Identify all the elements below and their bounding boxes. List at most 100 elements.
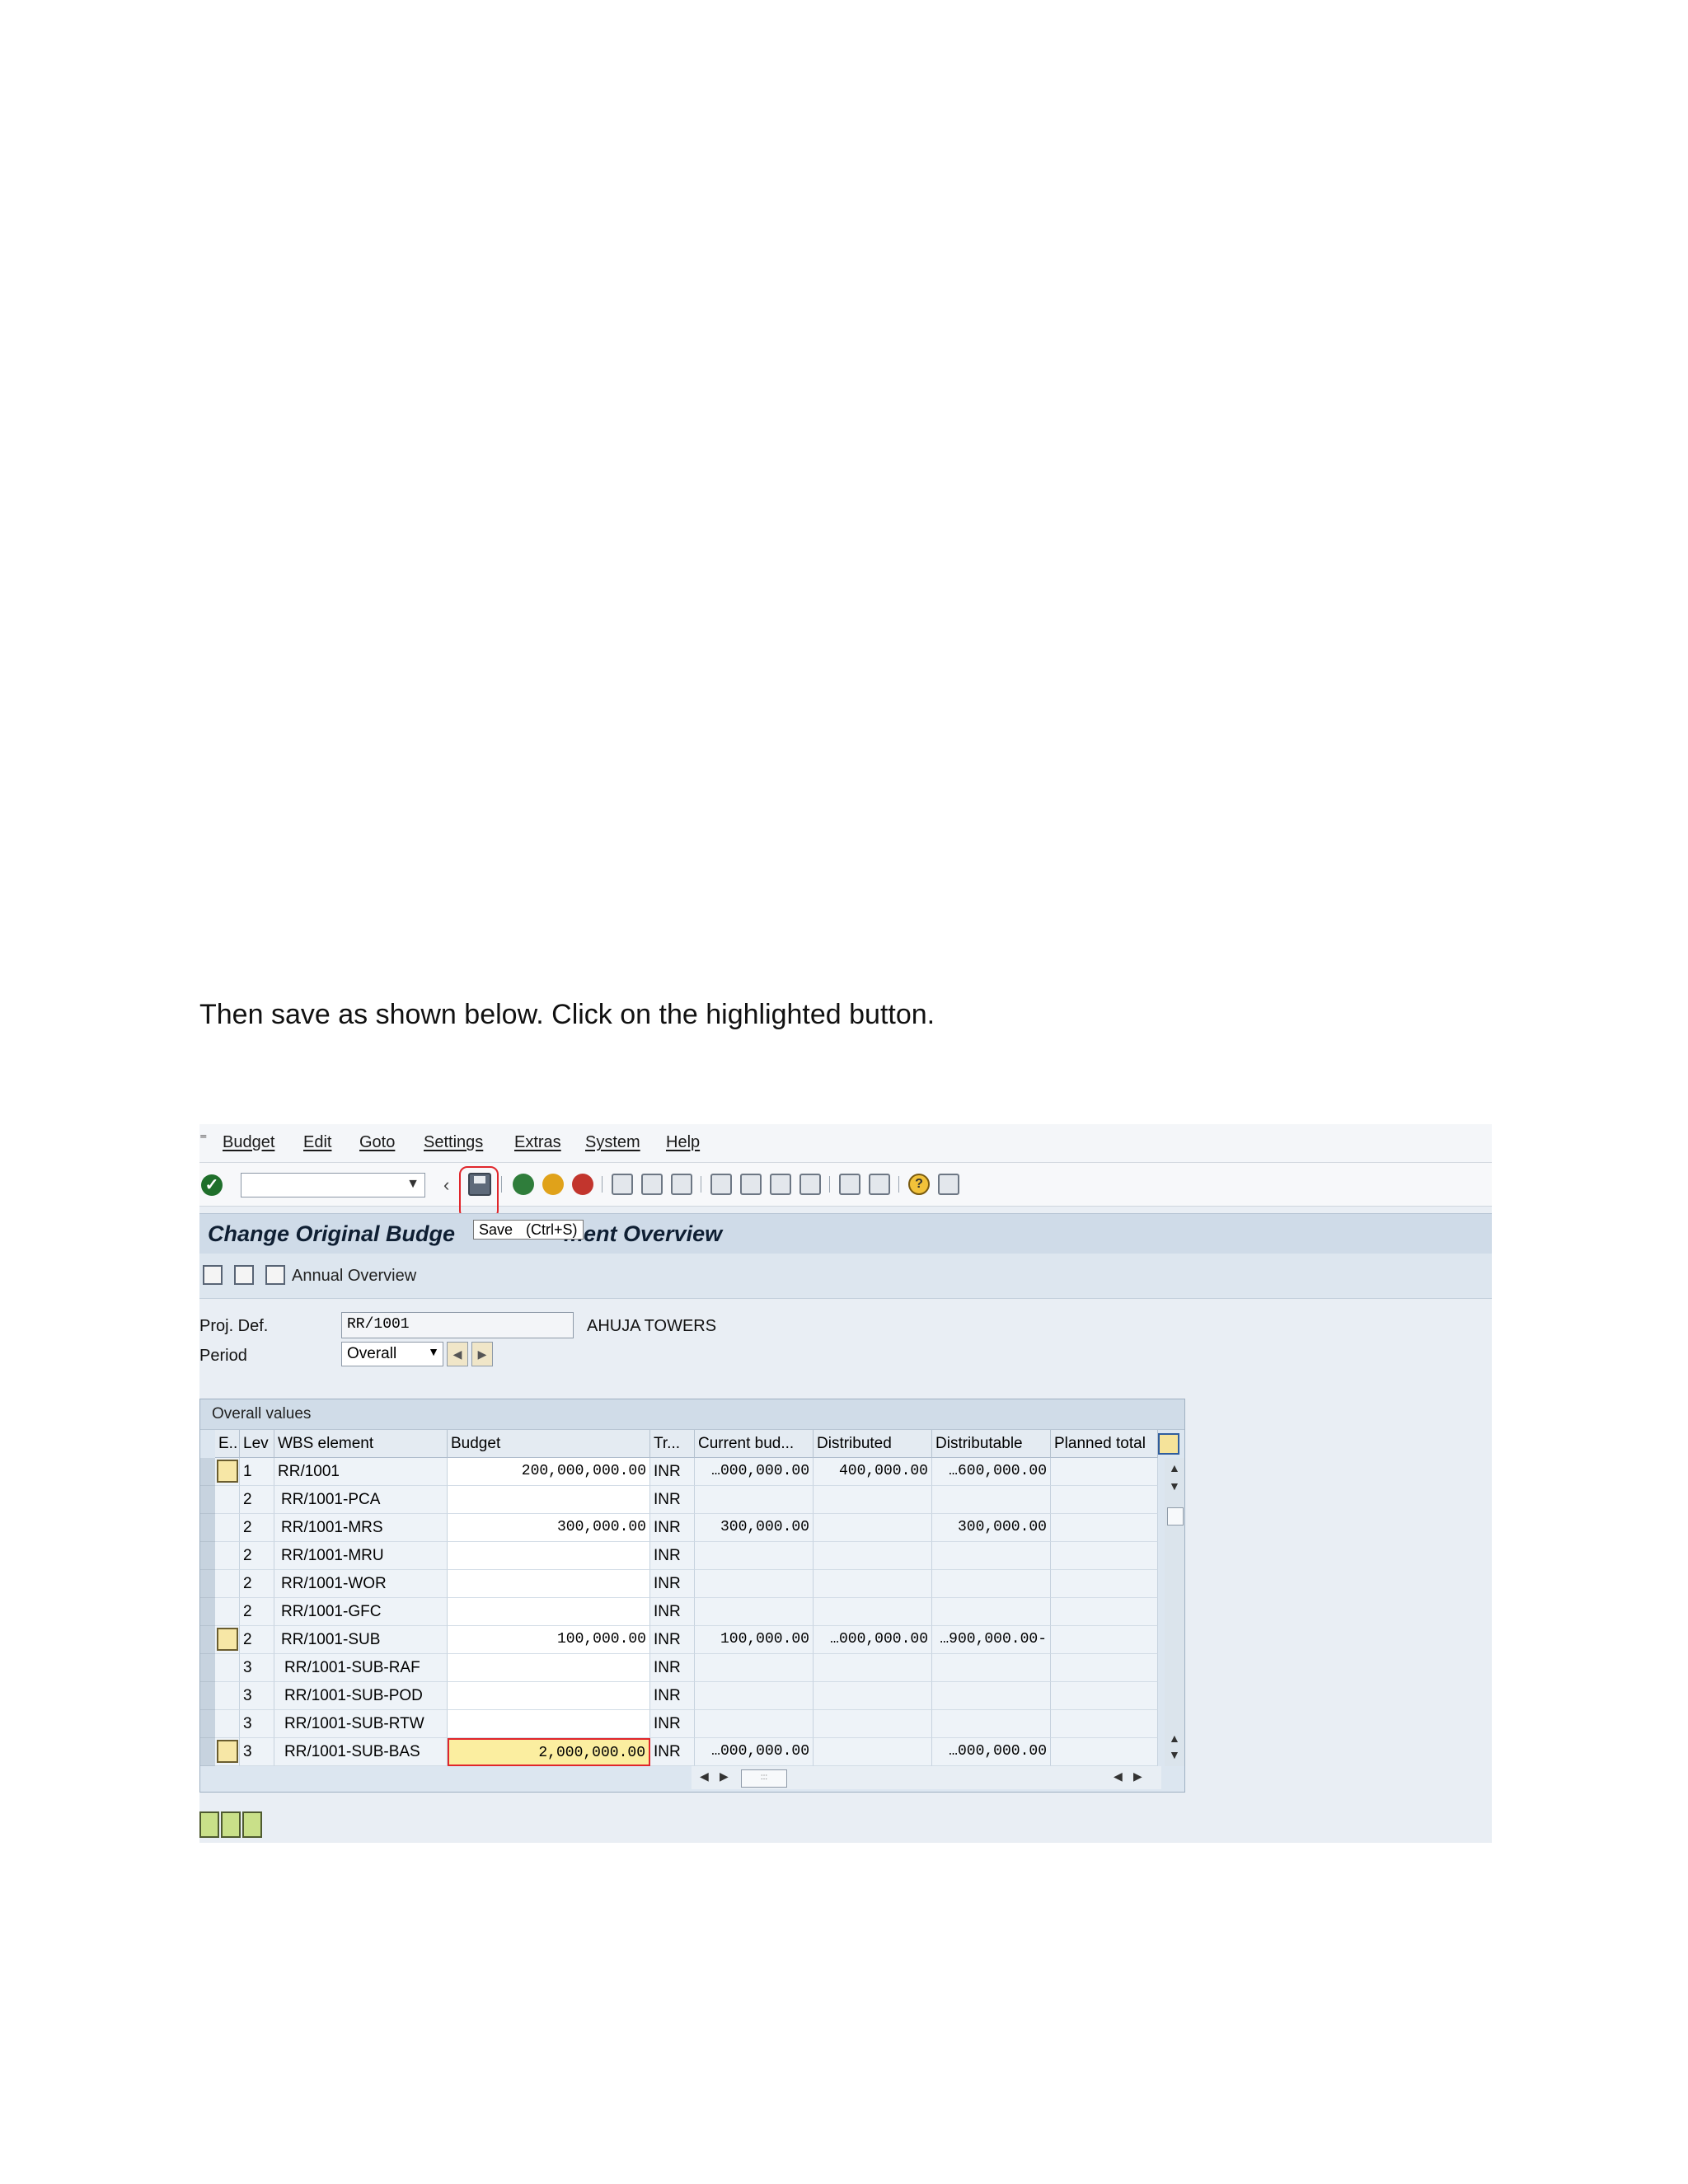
cell-budget[interactable]: 2,000,000.00 bbox=[448, 1738, 650, 1766]
column-header-planned[interactable]: Planned total bbox=[1051, 1430, 1158, 1458]
previous-page-icon[interactable] bbox=[740, 1174, 762, 1195]
row-selector[interactable] bbox=[200, 1710, 215, 1738]
menu-expand-icon[interactable]: ⁼ bbox=[199, 1131, 208, 1148]
hierarchy-icon[interactable] bbox=[203, 1265, 223, 1285]
column-header-distributable[interactable]: Distributable bbox=[932, 1430, 1051, 1458]
screen-title-bar: Change Original Budge ment Overview bbox=[199, 1213, 1492, 1254]
annual-overview-button[interactable]: Annual Overview bbox=[292, 1267, 416, 1286]
column-header-e[interactable]: E.. bbox=[215, 1430, 240, 1458]
row-selector[interactable] bbox=[200, 1738, 215, 1766]
cell-budget[interactable] bbox=[448, 1710, 650, 1738]
screen-title-left: Change Original Budge bbox=[208, 1221, 456, 1246]
collapse-arrow-icon[interactable]: ‹ bbox=[443, 1174, 449, 1196]
cell-distributable bbox=[932, 1570, 1051, 1598]
horizontal-scrollbar[interactable]: ◀ ▶ ::: ◀ ▶ bbox=[692, 1766, 1161, 1789]
row-selector[interactable] bbox=[200, 1682, 215, 1710]
scroll-thumb[interactable] bbox=[1167, 1507, 1184, 1526]
first-page-icon[interactable] bbox=[710, 1174, 732, 1195]
proj-def-field[interactable]: RR/1001 bbox=[341, 1312, 574, 1338]
scroll-thumb-horizontal[interactable]: ::: bbox=[741, 1769, 787, 1788]
last-page-icon[interactable] bbox=[799, 1174, 821, 1195]
menu-settings[interactable]: Settings bbox=[424, 1133, 483, 1152]
cell-wbs: RR/1001-PCA bbox=[274, 1486, 448, 1514]
period-next-button[interactable]: ▶ bbox=[471, 1342, 493, 1366]
cell-distributable bbox=[932, 1486, 1051, 1514]
scroll-page-up-icon[interactable]: ▲ bbox=[1169, 1732, 1180, 1745]
chevron-down-icon[interactable]: ▼ bbox=[406, 1177, 420, 1192]
menu-help[interactable]: Help bbox=[666, 1133, 700, 1152]
cell-budget[interactable] bbox=[448, 1654, 650, 1682]
column-header-budget[interactable]: Budget bbox=[448, 1430, 650, 1458]
command-field[interactable]: ▼ bbox=[241, 1173, 425, 1197]
menu-system[interactable]: System bbox=[585, 1133, 640, 1152]
layout-menu-icon[interactable] bbox=[938, 1174, 959, 1195]
hierarchy-node-icon[interactable] bbox=[217, 1460, 238, 1483]
cell-wbs: RR/1001-GFC bbox=[274, 1598, 448, 1626]
select-all-icon[interactable] bbox=[199, 1811, 219, 1838]
enter-check-icon[interactable]: ✓ bbox=[201, 1174, 223, 1196]
cell-lev: 2 bbox=[240, 1542, 274, 1570]
menu-edit[interactable]: Edit bbox=[303, 1133, 331, 1152]
menu-extras[interactable]: Extras bbox=[514, 1133, 561, 1152]
cell-e bbox=[215, 1682, 240, 1710]
edit-icon[interactable] bbox=[234, 1265, 254, 1285]
cell-budget[interactable] bbox=[448, 1570, 650, 1598]
scroll-left-icon[interactable]: ◀ bbox=[700, 1769, 709, 1783]
cell-wbs: RR/1001-SUB bbox=[274, 1626, 448, 1654]
annual-overview-icon[interactable] bbox=[265, 1265, 285, 1285]
find-icon[interactable] bbox=[641, 1174, 663, 1195]
menu-goto[interactable]: Goto bbox=[359, 1133, 395, 1152]
vertical-scrollbar[interactable]: ▲ ▼ ▲ ▼ bbox=[1165, 1458, 1184, 1766]
row-selector[interactable] bbox=[200, 1654, 215, 1682]
row-selector[interactable] bbox=[200, 1486, 215, 1514]
scroll-down-icon[interactable]: ▼ bbox=[1169, 1479, 1180, 1493]
back-icon[interactable] bbox=[513, 1174, 534, 1195]
deselect-all-icon[interactable] bbox=[242, 1811, 262, 1838]
scroll-left-end-icon[interactable]: ◀ bbox=[1114, 1769, 1123, 1783]
period-previous-button[interactable]: ◀ bbox=[447, 1342, 468, 1366]
row-selector[interactable] bbox=[200, 1626, 215, 1654]
column-header-lev[interactable]: Lev bbox=[240, 1430, 274, 1458]
cancel-icon[interactable] bbox=[572, 1174, 593, 1195]
shortcut-icon[interactable] bbox=[869, 1174, 890, 1195]
select-block-icon[interactable] bbox=[221, 1811, 241, 1838]
scroll-right-icon[interactable]: ▶ bbox=[720, 1769, 729, 1783]
cell-wbs: RR/1001-SUB-POD bbox=[274, 1682, 448, 1710]
scroll-page-down-icon[interactable]: ▼ bbox=[1169, 1748, 1180, 1761]
cell-distributable: …000,000.00 bbox=[932, 1738, 1051, 1766]
column-header-current[interactable]: Current bud... bbox=[695, 1430, 814, 1458]
row-selector[interactable] bbox=[200, 1570, 215, 1598]
cell-budget[interactable]: 200,000,000.00 bbox=[448, 1458, 650, 1486]
row-selector[interactable] bbox=[200, 1458, 215, 1486]
cell-distributable: 300,000.00 bbox=[932, 1514, 1051, 1542]
cell-planned-total bbox=[1051, 1486, 1158, 1514]
cell-planned-total bbox=[1051, 1654, 1158, 1682]
next-page-icon[interactable] bbox=[770, 1174, 791, 1195]
cell-budget[interactable] bbox=[448, 1486, 650, 1514]
menu-budget[interactable]: Budget bbox=[223, 1133, 274, 1152]
find-next-icon[interactable] bbox=[671, 1174, 692, 1195]
help-icon[interactable]: ? bbox=[908, 1174, 930, 1195]
hierarchy-node-icon[interactable] bbox=[217, 1628, 238, 1651]
cell-budget[interactable] bbox=[448, 1598, 650, 1626]
column-settings-icon[interactable] bbox=[1158, 1433, 1179, 1455]
print-icon[interactable] bbox=[612, 1174, 633, 1195]
column-header-wbs[interactable]: WBS element bbox=[274, 1430, 448, 1458]
cell-distributed bbox=[814, 1486, 932, 1514]
row-selector[interactable] bbox=[200, 1542, 215, 1570]
cell-budget[interactable] bbox=[448, 1542, 650, 1570]
cell-budget[interactable]: 300,000.00 bbox=[448, 1514, 650, 1542]
cell-budget[interactable] bbox=[448, 1682, 650, 1710]
cell-e bbox=[215, 1626, 240, 1654]
scroll-right-end-icon[interactable]: ▶ bbox=[1133, 1769, 1142, 1783]
hierarchy-node-icon[interactable] bbox=[217, 1740, 238, 1763]
scroll-up-icon[interactable]: ▲ bbox=[1169, 1461, 1180, 1474]
row-selector[interactable] bbox=[200, 1598, 215, 1626]
row-selector[interactable] bbox=[200, 1514, 215, 1542]
cell-budget[interactable]: 100,000.00 bbox=[448, 1626, 650, 1654]
column-header-tr[interactable]: Tr... bbox=[650, 1430, 695, 1458]
column-header-distributed[interactable]: Distributed bbox=[814, 1430, 932, 1458]
new-session-icon[interactable] bbox=[839, 1174, 860, 1195]
exit-icon[interactable] bbox=[542, 1174, 564, 1195]
period-select[interactable]: Overall ▼ bbox=[341, 1342, 443, 1366]
